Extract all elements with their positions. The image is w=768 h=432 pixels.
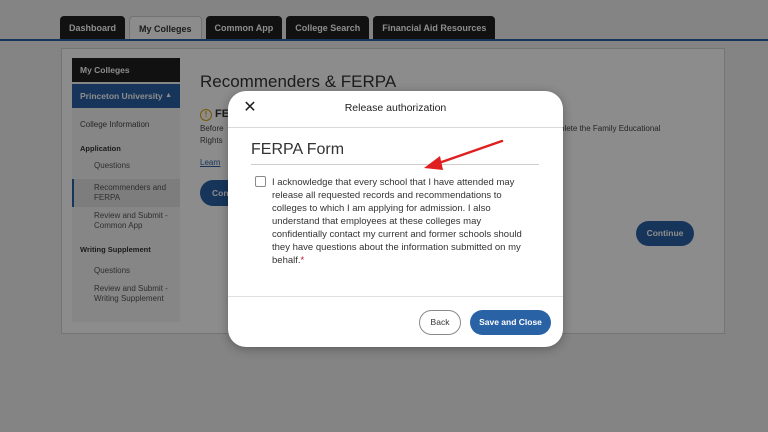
annotation-arrow: [424, 139, 504, 170]
annotation-arrow-shaft: [434, 139, 504, 166]
annotation-arrow-head: [424, 156, 443, 170]
